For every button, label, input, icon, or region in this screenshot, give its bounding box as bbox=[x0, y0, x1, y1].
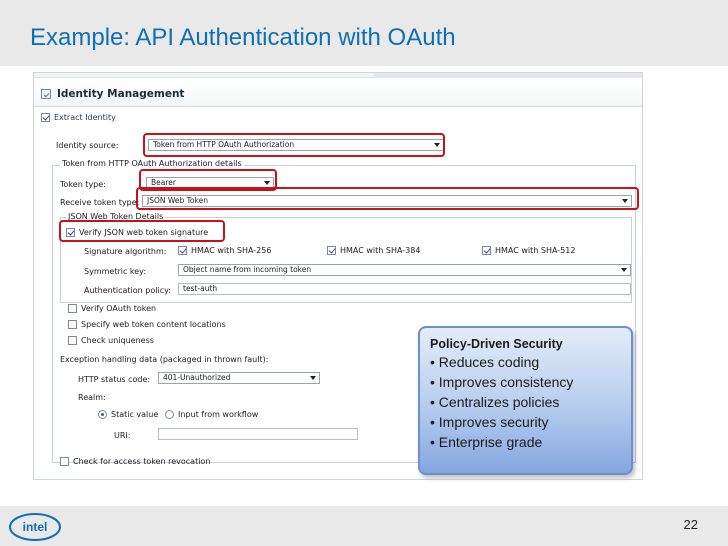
chevron-down-icon bbox=[310, 376, 316, 380]
algorithm-sha256-label: HMAC with SHA-256 bbox=[191, 246, 272, 255]
specify-locations-row[interactable]: Specify web token content locations bbox=[68, 320, 226, 329]
revocation-label: Check for access token revocation bbox=[73, 457, 211, 466]
slide-footer-bar bbox=[0, 506, 728, 546]
receive-token-type-highlight bbox=[136, 187, 639, 210]
verify-signature-highlight bbox=[59, 220, 225, 242]
auth-policy-input[interactable]: test-auth bbox=[178, 283, 631, 295]
callout-item: • Improves security bbox=[430, 414, 549, 430]
revocation-checkbox[interactable] bbox=[60, 457, 69, 466]
http-status-label: HTTP status code: bbox=[78, 375, 151, 384]
callout-item: • Improves consistency bbox=[430, 374, 574, 390]
identity-source-label: Identity source: bbox=[56, 141, 119, 150]
algorithm-sha384-checkbox[interactable] bbox=[327, 246, 336, 255]
extract-identity-label: Extract Identity bbox=[54, 112, 116, 122]
algorithm-sha384-row[interactable]: HMAC with SHA-384 bbox=[327, 246, 420, 255]
callout-item: • Centralizes policies bbox=[430, 394, 560, 410]
static-value-radio[interactable] bbox=[98, 410, 107, 419]
input-from-workflow-radio[interactable] bbox=[165, 410, 174, 419]
auth-policy-label: Authentication policy: bbox=[84, 286, 171, 295]
check-uniqueness-label: Check uniqueness bbox=[81, 336, 154, 345]
verify-oauth-checkbox[interactable] bbox=[68, 304, 77, 313]
http-status-select[interactable]: 401-Unauthorized bbox=[158, 372, 320, 384]
verify-oauth-label: Verify OAuth token bbox=[81, 304, 157, 313]
algorithm-sha512-checkbox[interactable] bbox=[482, 246, 491, 255]
realm-label: Realm: bbox=[78, 393, 106, 402]
specify-locations-checkbox[interactable] bbox=[68, 320, 77, 329]
identity-source-highlight bbox=[143, 133, 445, 157]
extract-identity-section[interactable]: Extract Identity bbox=[41, 111, 116, 123]
input-from-workflow-label: Input from workflow bbox=[178, 410, 259, 419]
pane-header: Identity Management bbox=[34, 81, 642, 107]
page-number: 22 bbox=[683, 517, 698, 532]
algorithm-sha256-checkbox[interactable] bbox=[178, 246, 187, 255]
algorithm-sha512-row[interactable]: HMAC with SHA-512 bbox=[482, 246, 575, 255]
uri-label: URI: bbox=[114, 431, 131, 440]
uri-input[interactable] bbox=[158, 428, 358, 440]
static-value-option[interactable]: Static value bbox=[98, 410, 158, 419]
specify-locations-label: Specify web token content locations bbox=[81, 320, 226, 329]
receive-token-type-label: Receive token type: bbox=[60, 198, 140, 207]
algorithm-sha512-label: HMAC with SHA-512 bbox=[495, 246, 576, 255]
slide-title: Example: API Authentication with OAuth bbox=[30, 24, 456, 51]
token-type-label: Token type: bbox=[60, 180, 106, 189]
editor-tab-strip bbox=[34, 73, 642, 78]
policy-security-callout: Policy-Driven Security • Reduces coding … bbox=[418, 326, 633, 475]
callout-title: Policy-Driven Security bbox=[430, 337, 563, 351]
input-from-workflow-option[interactable]: Input from workflow bbox=[165, 410, 258, 419]
signature-algorithm-label: Signature algorithm: bbox=[84, 247, 167, 256]
check-uniqueness-checkbox[interactable] bbox=[68, 336, 77, 345]
static-value-label: Static value bbox=[111, 410, 159, 419]
algorithm-sha384-label: HMAC with SHA-384 bbox=[340, 246, 421, 255]
exception-handling-label: Exception handling data (packaged in thr… bbox=[60, 355, 269, 364]
intel-logo-text: intel bbox=[23, 520, 48, 534]
symmetric-key-label: Symmetric key: bbox=[84, 267, 147, 276]
identity-icon bbox=[41, 89, 51, 99]
chevron-down-icon bbox=[621, 268, 627, 272]
extract-identity-checkbox[interactable] bbox=[41, 112, 50, 122]
oauth-details-group-title: Token from HTTP OAuth Authorization deta… bbox=[60, 159, 244, 168]
callout-item: • Enterprise grade bbox=[430, 434, 543, 450]
symmetric-key-select[interactable]: Object name from incoming token bbox=[178, 264, 631, 276]
verify-oauth-row[interactable]: Verify OAuth token bbox=[68, 304, 156, 313]
intel-logo: intel bbox=[9, 513, 61, 541]
check-uniqueness-row[interactable]: Check uniqueness bbox=[68, 336, 154, 345]
algorithm-sha256-row[interactable]: HMAC with SHA-256 bbox=[178, 246, 271, 255]
revocation-row[interactable]: Check for access token revocation bbox=[60, 457, 210, 466]
pane-title: Identity Management bbox=[57, 88, 185, 100]
callout-item: • Reduces coding bbox=[430, 354, 540, 370]
